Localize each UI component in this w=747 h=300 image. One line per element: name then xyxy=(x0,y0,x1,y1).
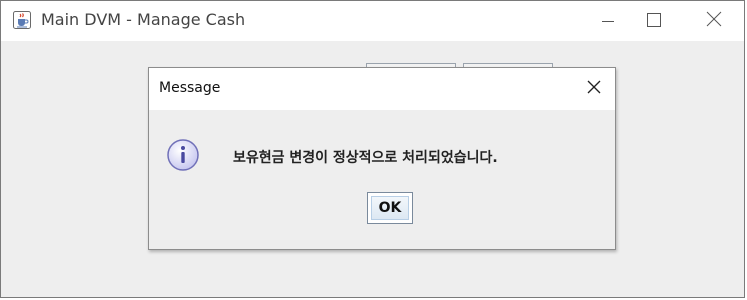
window-title: Main DVM - Manage Cash xyxy=(41,10,246,29)
ok-button-label: OK xyxy=(378,200,402,216)
info-icon xyxy=(166,138,200,172)
minimize-icon xyxy=(602,12,614,31)
window-close-button[interactable] xyxy=(691,1,737,41)
message-dialog: Message 보유현금 변경이 정상적으로 처리되었습니다. OK xyxy=(148,67,616,250)
ok-button[interactable]: OK xyxy=(367,192,413,224)
close-icon xyxy=(586,79,602,99)
java-cup-icon xyxy=(13,11,31,29)
dialog-message: 보유현금 변경이 정상적으로 처리되었습니다. xyxy=(233,150,498,166)
maximize-icon xyxy=(647,12,661,31)
dialog-titlebar[interactable]: Message xyxy=(149,68,615,110)
dialog-close-button[interactable] xyxy=(581,76,607,102)
minimize-button[interactable] xyxy=(585,1,631,41)
dialog-title: Message xyxy=(159,80,221,96)
close-icon xyxy=(706,11,722,31)
window-titlebar[interactable]: Main DVM - Manage Cash xyxy=(1,1,744,41)
maximize-button[interactable] xyxy=(631,1,677,41)
